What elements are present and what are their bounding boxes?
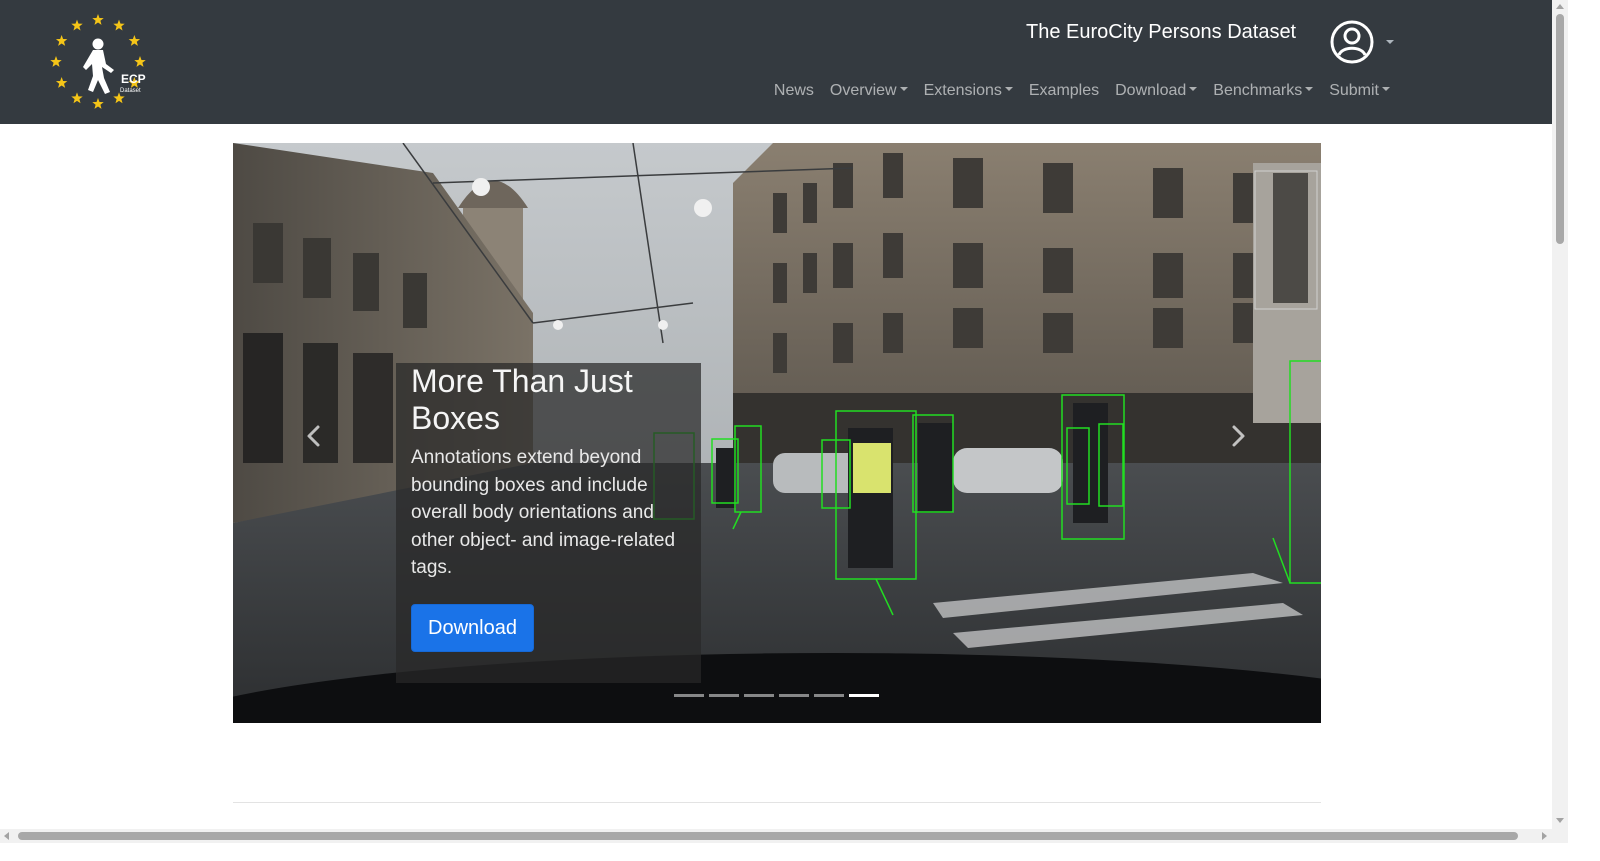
scroll-right-icon[interactable] (1542, 832, 1547, 840)
nav-overview[interactable]: Overview (830, 80, 908, 102)
scroll-left-icon[interactable] (4, 832, 9, 840)
nav-submit[interactable]: Submit (1329, 80, 1390, 102)
logo-star (71, 92, 83, 104)
nav-news[interactable]: News (774, 80, 814, 102)
horizontal-scroll-thumb[interactable] (18, 832, 1518, 840)
chevron-right-icon (1232, 425, 1245, 447)
scrollbar-corner (1552, 829, 1568, 843)
logo-star (113, 19, 125, 31)
vertical-scroll-thumb[interactable] (1556, 14, 1564, 244)
chevron-down-icon (1189, 87, 1198, 92)
download-button[interactable]: Download (411, 603, 534, 652)
chevron-down-icon (1382, 87, 1390, 92)
user-circle-icon (1330, 20, 1374, 64)
carousel-indicator[interactable] (674, 694, 704, 697)
carousel-indicator[interactable] (709, 694, 739, 697)
caption-text: Annotations extend beyond bounding boxes… (411, 447, 676, 578)
carousel-indicator[interactable] (814, 694, 844, 697)
logo-star (92, 98, 104, 109)
chevron-down-icon (1004, 87, 1013, 92)
nav-examples[interactable]: Examples (1029, 80, 1099, 102)
carousel-caption: More Than Just Boxes Annotations extend … (396, 363, 701, 683)
nav-extensions[interactable]: Extensions (924, 80, 1013, 102)
logo-star (134, 56, 146, 67)
logo-star (92, 14, 104, 25)
scroll-up-icon[interactable] (1556, 4, 1564, 9)
navbar: ECP Dataset The EuroCity Persons Dataset… (0, 0, 1552, 124)
scroll-down-icon[interactable] (1556, 818, 1564, 823)
nav-download[interactable]: Download (1115, 80, 1198, 102)
nav-label: Download (1115, 82, 1187, 99)
horizontal-scrollbar[interactable] (0, 829, 1552, 843)
logo-subtext: Dataset (120, 88, 141, 94)
logo-star (55, 77, 68, 88)
nav-label: Extensions (923, 82, 1002, 99)
user-menu[interactable] (1330, 20, 1394, 64)
nav-label: Submit (1329, 82, 1379, 99)
chevron-down-icon (1305, 87, 1314, 92)
section-divider (233, 802, 1321, 803)
site-title[interactable]: The EuroCity Persons Dataset (1026, 20, 1296, 44)
ecp-logo-icon: ECP Dataset (50, 14, 146, 109)
logo-text: ECP (121, 72, 146, 86)
carousel-indicator-active[interactable] (849, 694, 879, 697)
caption-title: More Than Just Boxes (411, 363, 633, 436)
carousel-prev-button[interactable] (299, 421, 329, 451)
carousel-next-button[interactable] (1223, 421, 1253, 451)
logo-star (55, 35, 68, 46)
nav-benchmarks[interactable]: Benchmarks (1213, 80, 1314, 102)
logo-star (71, 19, 83, 31)
nav-label: News (773, 82, 814, 99)
nav-label: Benchmarks (1213, 82, 1303, 99)
nav-label: Examples (1028, 82, 1100, 99)
logo-star (128, 35, 141, 46)
carousel-indicator[interactable] (779, 694, 809, 697)
nav-label: Overview (829, 82, 897, 99)
vertical-scrollbar[interactable] (1552, 0, 1568, 829)
chevron-down-icon (1386, 40, 1394, 44)
carousel-indicator[interactable] (744, 694, 774, 697)
hero-carousel[interactable]: More Than Just Boxes Annotations extend … (233, 143, 1321, 723)
logo-star (50, 56, 62, 67)
main-nav: News Overview Extensions Examples Downlo… (774, 80, 1390, 102)
chevron-down-icon (899, 87, 908, 92)
chevron-left-icon (307, 425, 320, 447)
carousel-indicators (674, 694, 879, 697)
ecp-logo[interactable]: ECP Dataset (48, 12, 148, 112)
